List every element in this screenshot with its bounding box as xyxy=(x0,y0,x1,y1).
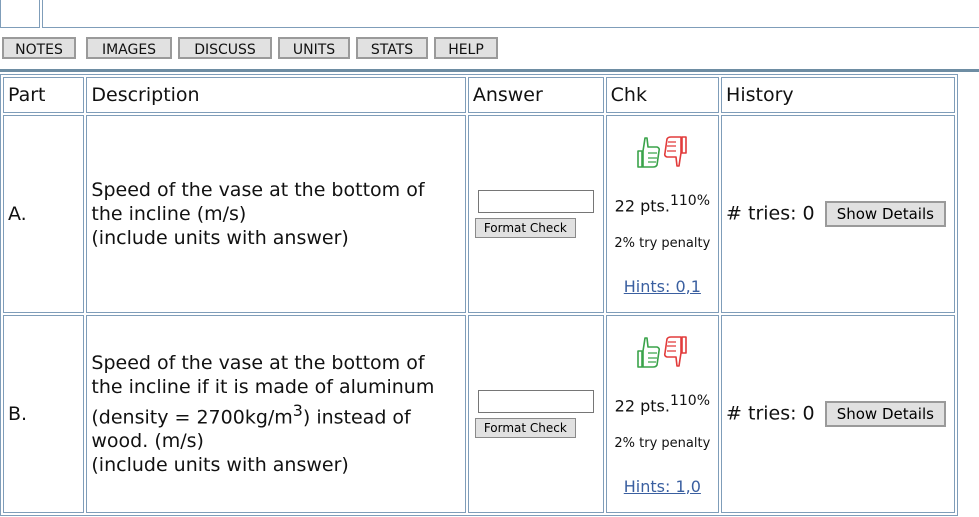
units-button[interactable]: UNITS xyxy=(278,37,350,59)
header-chk: Chk xyxy=(605,77,720,113)
points-value: 22 pts. xyxy=(614,196,670,216)
description-line: Speed of the vase at the bottom of xyxy=(91,351,425,374)
header-part: Part xyxy=(3,77,85,113)
description-line: ) instead of xyxy=(302,406,411,429)
description-line: the incline (m/s) xyxy=(91,203,247,225)
percent-value: 110% xyxy=(669,393,710,410)
description-line: wood. (m/s) xyxy=(91,430,204,453)
images-button[interactable]: IMAGES xyxy=(86,37,172,59)
header-row: Part Description Answer Chk History xyxy=(3,77,955,113)
thumbs-down-icon[interactable] xyxy=(663,335,689,379)
part-label: B. xyxy=(3,315,85,513)
top-frame-right-cell xyxy=(42,0,979,28)
answer-input[interactable] xyxy=(477,390,594,413)
description-line: (include units with answer) xyxy=(91,227,349,249)
description-text: Speed of the vase at the bottom of the i… xyxy=(91,178,460,250)
description-cell: Speed of the vase at the bottom of the i… xyxy=(86,115,466,313)
header-answer: Answer xyxy=(467,77,604,113)
penalty-text: 2% try penalty xyxy=(614,435,711,451)
points-value: 22 pts. xyxy=(614,396,670,416)
thumbs-down-icon[interactable] xyxy=(663,135,689,179)
history-cell: # tries: 0 Show Details xyxy=(721,115,955,313)
penalty-text: 2% try penalty xyxy=(614,235,711,251)
top-frame xyxy=(0,0,979,28)
answer-cell: Format Check xyxy=(467,115,604,313)
thumbs-up-icon[interactable] xyxy=(635,335,661,379)
tries-count: # tries: 0 xyxy=(726,202,815,225)
answer-input[interactable] xyxy=(477,190,594,213)
stats-button[interactable]: STATS xyxy=(356,37,428,59)
history-cell: # tries: 0 Show Details xyxy=(721,315,955,513)
exponent: 3 xyxy=(292,400,303,420)
toolbar-divider xyxy=(0,69,979,72)
show-details-button[interactable]: Show Details xyxy=(824,201,946,227)
top-frame-left-cell xyxy=(0,0,40,28)
chk-cell: 22 pts.110% 2% try penalty Hints: 1,0 xyxy=(605,315,720,513)
description-line: (density = 2700kg/m xyxy=(91,406,293,429)
description-line: (include units with answer) xyxy=(91,454,349,477)
problem-table: Part Description Answer Chk History A. S… xyxy=(0,74,958,516)
percent-value: 110% xyxy=(669,193,710,210)
description-cell: Speed of the vase at the bottom of the i… xyxy=(86,315,466,513)
feedback-icons xyxy=(611,331,714,379)
points-text: 22 pts.110% xyxy=(611,193,714,215)
help-button[interactable]: HELP xyxy=(434,37,498,59)
table-row: A. Speed of the vase at the bottom of th… xyxy=(3,115,955,313)
table-row: B. Speed of the vase at the bottom of th… xyxy=(3,315,955,513)
points-text: 22 pts.110% xyxy=(611,393,714,415)
chk-cell: 22 pts.110% 2% try penalty Hints: 0,1 xyxy=(605,115,720,313)
part-label: A. xyxy=(3,115,85,313)
hints-link[interactable]: Hints: 1,0 xyxy=(624,477,701,496)
answer-cell: Format Check xyxy=(467,315,604,513)
format-check-button[interactable]: Format Check xyxy=(474,218,576,238)
tries-count: # tries: 0 xyxy=(726,402,815,425)
discuss-button[interactable]: DISCUSS xyxy=(178,37,272,59)
notes-button[interactable]: NOTES xyxy=(2,37,76,59)
show-details-button[interactable]: Show Details xyxy=(824,401,946,427)
feedback-icons xyxy=(611,131,714,179)
description-text: Speed of the vase at the bottom of the i… xyxy=(91,351,460,477)
hints-link[interactable]: Hints: 0,1 xyxy=(624,277,701,296)
description-line: the incline if it is made of aluminum xyxy=(91,375,435,398)
header-description: Description xyxy=(86,77,466,113)
description-line: Speed of the vase at the bottom of xyxy=(91,179,425,201)
header-history: History xyxy=(721,77,955,113)
format-check-button[interactable]: Format Check xyxy=(474,418,576,438)
thumbs-up-icon[interactable] xyxy=(635,135,661,179)
